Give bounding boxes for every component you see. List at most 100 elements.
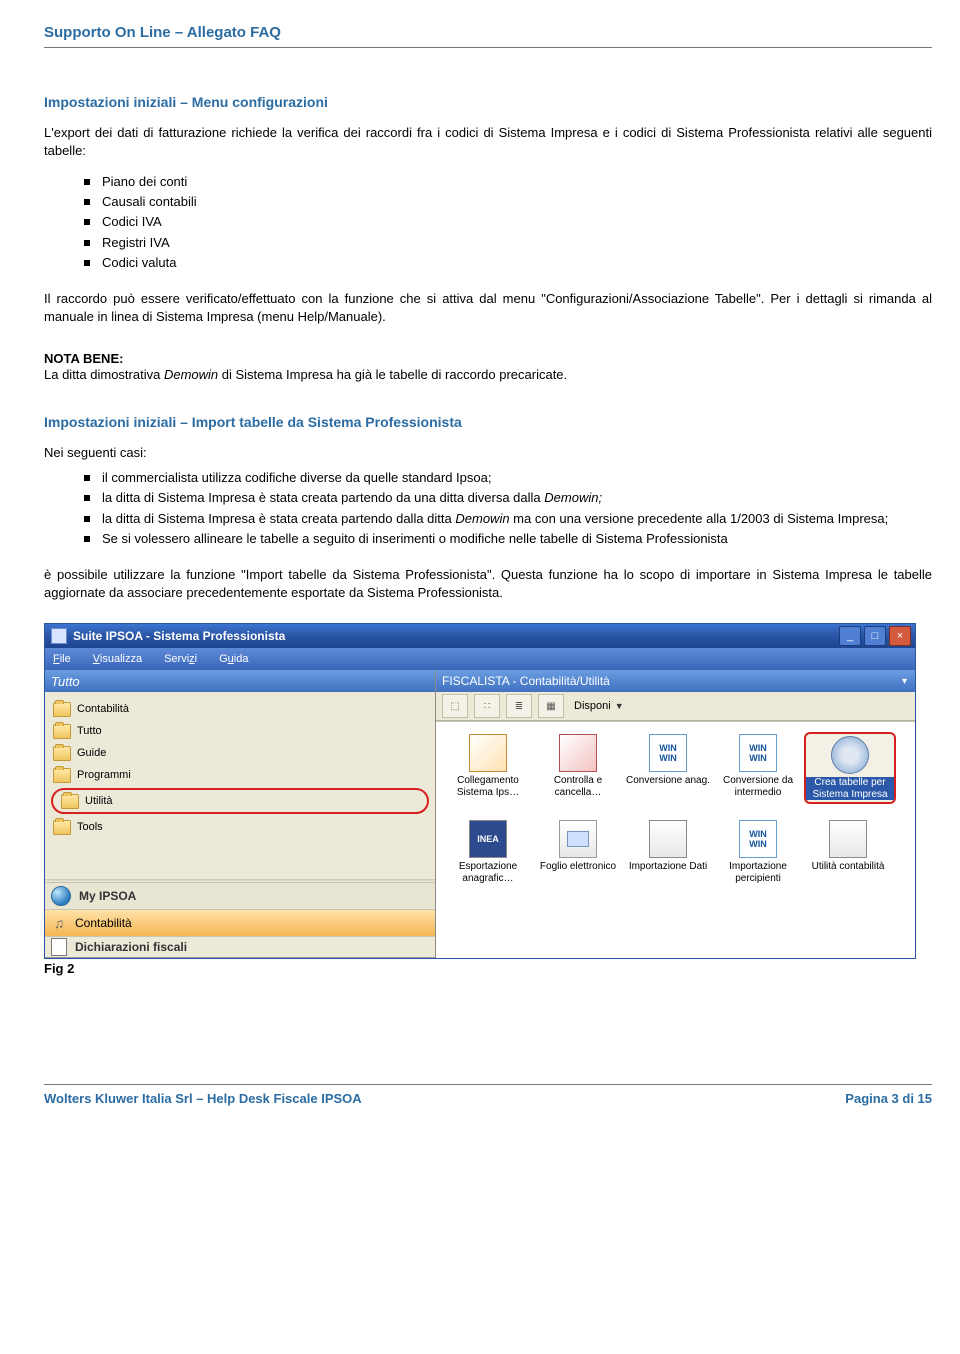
document-header: Supporto On Line – Allegato FAQ bbox=[44, 24, 932, 41]
nav-list: Contabilità Tutto Guide Programmi Utilit… bbox=[45, 692, 435, 842]
right-panel-header: FISCALISTA - Contabilità/Utilità ▾ bbox=[436, 670, 915, 692]
right-panel: FISCALISTA - Contabilità/Utilità ▾ ⬚ ∷ ≣… bbox=[436, 670, 915, 958]
app-item-label: Utilità contabilità bbox=[812, 861, 885, 873]
close-button[interactable]: × bbox=[889, 626, 911, 646]
document-page: Supporto On Line – Allegato FAQ Impostaz… bbox=[0, 0, 960, 1130]
demowin-italic: Demowin bbox=[164, 367, 218, 382]
bottom-item-my-ipsoa[interactable]: My IPSOA bbox=[45, 882, 435, 909]
app-item-utilita-contabilita[interactable]: Utilità contabilità bbox=[804, 818, 892, 886]
demowin-italic: Demowin; bbox=[544, 490, 602, 505]
nav-item-utilita[interactable]: Utilità bbox=[59, 790, 421, 812]
app-item-controlla[interactable]: Controlla e cancella… bbox=[534, 732, 622, 804]
app-item-importazione-percipienti[interactable]: Importazione percipienti bbox=[714, 818, 802, 886]
nota-bene-label: NOTA BENE: bbox=[44, 351, 932, 366]
toolbar-view-small-icons[interactable]: ∷ bbox=[474, 694, 500, 718]
nav-label: Tutto bbox=[77, 725, 102, 737]
nav-item-contabilita[interactable]: Contabilità bbox=[51, 698, 429, 720]
inea-icon bbox=[469, 820, 507, 858]
app-item-label: Collegamento Sistema Ips… bbox=[444, 775, 532, 798]
bottom-label: My IPSOA bbox=[79, 889, 136, 903]
app-item-label: Esportazione anagrafic… bbox=[444, 861, 532, 884]
nav-label: Tools bbox=[77, 821, 103, 833]
section-2-title: Impostazioni iniziali – Import tabelle d… bbox=[44, 414, 932, 430]
chevron-down-icon[interactable]: ▾ bbox=[902, 676, 907, 687]
list-item: Causali contabili bbox=[84, 193, 932, 211]
paper-icon bbox=[51, 938, 67, 956]
menu-visualizza[interactable]: Visualizza bbox=[93, 653, 142, 665]
list-item: Codici IVA bbox=[84, 213, 932, 231]
bottom-item-dichiarazioni[interactable]: Dichiarazioni fiscali bbox=[45, 936, 435, 958]
text-fragment: Se si volessero allineare le tabelle a s… bbox=[102, 531, 728, 546]
app-item-label: Importazione Dati bbox=[629, 861, 707, 873]
list-item: Piano dei conti bbox=[84, 173, 932, 191]
list-item: Codici valuta bbox=[84, 254, 932, 272]
list-item: la ditta di Sistema Impresa è stata crea… bbox=[84, 489, 932, 507]
menu-guida[interactable]: Guida bbox=[219, 653, 248, 665]
text-fragment: il commercialista utilizza codifiche div… bbox=[102, 470, 491, 485]
toolbar-view-details[interactable]: ▦ bbox=[538, 694, 564, 718]
app-item-conversione-anag[interactable]: Conversione anag. bbox=[624, 732, 712, 804]
list-item: la ditta di Sistema Impresa è stata crea… bbox=[84, 510, 932, 528]
stack-icon bbox=[829, 820, 867, 858]
app-item-esportazione[interactable]: Esportazione anagrafic… bbox=[444, 818, 532, 886]
folder-icon bbox=[61, 794, 79, 809]
window-title: Suite IPSOA - Sistema Professionista bbox=[73, 629, 839, 643]
right-toolbar: ⬚ ∷ ≣ ▦ Disponi ▼ bbox=[436, 692, 915, 721]
app-item-label: Importazione percipienti bbox=[714, 861, 802, 884]
winwin-icon bbox=[739, 820, 777, 858]
app-item-foglio[interactable]: Foglio elettronico bbox=[534, 818, 622, 886]
note-icon: ♫ bbox=[51, 915, 67, 931]
list-item: Se si volessero allineare le tabelle a s… bbox=[84, 530, 932, 548]
left-panel: Tutto Contabilità Tutto Guide Programmi … bbox=[45, 670, 436, 958]
nav-item-programmi[interactable]: Programmi bbox=[51, 764, 429, 786]
folder-icon bbox=[53, 746, 71, 761]
folder-icon bbox=[53, 768, 71, 783]
app-item-importazione-dati[interactable]: Importazione Dati bbox=[624, 818, 712, 886]
breadcrumb: FISCALISTA - Contabilità/Utilità bbox=[442, 674, 610, 688]
footer-right: Pagina 3 di 15 bbox=[845, 1091, 932, 1106]
minimize-button[interactable]: _ bbox=[839, 626, 861, 646]
people-icon bbox=[469, 734, 507, 772]
document-footer: Wolters Kluwer Italia Srl – Help Desk Fi… bbox=[44, 1084, 932, 1106]
winwin-icon bbox=[649, 734, 687, 772]
nav-label: Utilità bbox=[85, 795, 113, 807]
icon-grid: Collegamento Sistema Ips… Controlla e ca… bbox=[436, 721, 915, 958]
menu-servizi[interactable]: Servizi bbox=[164, 653, 197, 665]
cancel-icon bbox=[559, 734, 597, 772]
folder-icon bbox=[53, 820, 71, 835]
disc-icon bbox=[831, 736, 869, 774]
text-fragment: La ditta dimostrativa bbox=[44, 367, 164, 382]
app-item-conversione-intermedio[interactable]: Conversione da intermedio bbox=[714, 732, 802, 804]
text-fragment: la ditta di Sistema Impresa è stata crea… bbox=[102, 511, 455, 526]
text-fragment: di Sistema Impresa ha già le tabelle di … bbox=[218, 367, 567, 382]
intro-paragraph: L'export dei dati di fatturazione richie… bbox=[44, 124, 932, 159]
toolbar-view-large-icons[interactable]: ⬚ bbox=[442, 694, 468, 718]
disponi-dropdown[interactable]: Disponi ▼ bbox=[574, 700, 624, 712]
menu-bar: File Visualizza Servizi Guida bbox=[45, 648, 915, 670]
spreadsheet-icon bbox=[559, 820, 597, 858]
app-item-label: Conversione da intermedio bbox=[714, 775, 802, 798]
demowin-italic: Demowin bbox=[455, 511, 509, 526]
app-item-label: Conversione anag. bbox=[626, 775, 710, 787]
bottom-item-contabilita[interactable]: ♫ Contabilità bbox=[45, 909, 435, 936]
maximize-button[interactable]: □ bbox=[864, 626, 886, 646]
closing-paragraph: è possibile utilizzare la funzione "Impo… bbox=[44, 566, 932, 601]
tabelle-list: Piano dei conti Causali contabili Codici… bbox=[44, 173, 932, 272]
nav-item-tutto[interactable]: Tutto bbox=[51, 720, 429, 742]
app-item-crea-tabelle-highlighted[interactable]: Crea tabelle per Sistema Impresa bbox=[804, 732, 896, 804]
window-titlebar[interactable]: Suite IPSOA - Sistema Professionista _ □… bbox=[45, 624, 915, 648]
header-divider bbox=[44, 47, 932, 48]
folder-icon bbox=[53, 724, 71, 739]
nav-item-guide[interactable]: Guide bbox=[51, 742, 429, 764]
nav-item-tools[interactable]: Tools bbox=[51, 816, 429, 838]
toolbar-view-list[interactable]: ≣ bbox=[506, 694, 532, 718]
globe-icon bbox=[51, 886, 71, 906]
highlight-ring-utilita: Utilità bbox=[51, 788, 429, 814]
left-panel-header: Tutto bbox=[45, 670, 435, 692]
left-bottom-panel: My IPSOA ♫ Contabilità Dichiarazioni fis… bbox=[45, 882, 435, 958]
app-item-collegamento[interactable]: Collegamento Sistema Ips… bbox=[444, 732, 532, 804]
nota-bene-text: La ditta dimostrativa Demowin di Sistema… bbox=[44, 366, 932, 384]
app-item-label: Crea tabelle per Sistema Impresa bbox=[806, 777, 894, 800]
nota-bene-block: NOTA BENE: La ditta dimostrativa Demowin… bbox=[44, 351, 932, 384]
menu-file[interactable]: File bbox=[53, 653, 71, 665]
